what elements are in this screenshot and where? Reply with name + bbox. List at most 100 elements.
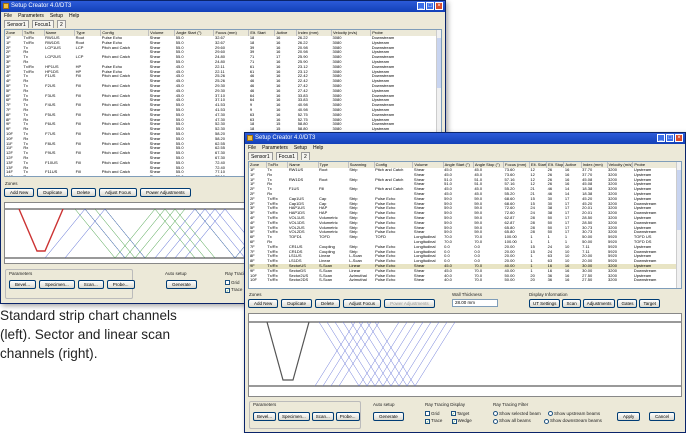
right-menu-bar: File Parameters Setup Help xyxy=(245,144,685,152)
left-parameter-buttons: Bevel... Specimen... Scan... Probe... xyxy=(9,280,135,289)
wall-thickness-field[interactable]: 28.00 mm xyxy=(452,299,498,307)
tab-2[interactable]: 2 xyxy=(57,20,66,28)
left-zone-buttons: Add New Duplicate Delete Adjust Focus Po… xyxy=(4,188,191,197)
minimize-icon[interactable]: _ xyxy=(417,2,425,10)
table-cell: 70.0 xyxy=(474,278,483,283)
menu-parameters[interactable]: Parameters xyxy=(18,12,44,20)
tab-sensor1[interactable]: Sensor1 xyxy=(248,152,273,160)
right-table-scrollbar[interactable] xyxy=(676,162,681,288)
table-row[interactable]: 10F Tx/Rx Sector2DS S-Scan Azimuthal Pulse Ec… xyxy=(249,278,681,283)
power-adjustments-button[interactable]: Power Adjustments xyxy=(384,299,435,308)
generate-button[interactable]: Generate xyxy=(166,280,197,289)
left-tab-strip: Sensor1 Focus1 2 xyxy=(1,20,445,28)
add-new-button[interactable]: Add New xyxy=(248,299,279,308)
menu-parameters[interactable]: Parameters xyxy=(262,144,288,152)
apply-button[interactable]: Apply xyxy=(617,412,641,421)
table-cell: 10F xyxy=(250,278,257,283)
trace-option-label: Trace xyxy=(231,287,243,293)
left-menu-bar: File Parameters Setup Help xyxy=(1,12,445,20)
duplicate-button[interactable]: Duplicate xyxy=(37,188,69,197)
right-parameter-buttons: Bevel... Specimen... Scan... Probe... xyxy=(253,412,360,421)
close-icon[interactable]: × xyxy=(675,134,683,142)
menu-file[interactable]: File xyxy=(248,144,256,152)
left-title-bar[interactable]: Setup Creator 4.0/DT3 _ □ × xyxy=(1,1,445,12)
trace-checkbox[interactable]: ✓ xyxy=(225,287,230,293)
menu-setup[interactable]: Setup xyxy=(50,12,63,20)
wedge-option-label: Wedge xyxy=(457,418,472,424)
generate-button[interactable]: Generate xyxy=(373,412,404,421)
show-selected-radio[interactable] xyxy=(493,411,498,417)
target-checkbox[interactable]: ✓ xyxy=(450,411,456,417)
adjustments-button[interactable]: Adjustments xyxy=(582,299,616,308)
adjust-focus-button[interactable]: Adjust Focus xyxy=(343,299,382,308)
tab-focus1[interactable]: Focus1 xyxy=(31,20,55,28)
power-adjustments-button[interactable]: Power Adjustments xyxy=(140,188,191,197)
grid-option-label: Grid xyxy=(431,411,440,416)
maximize-icon[interactable]: □ xyxy=(426,2,434,10)
right-setup-window: Setup Creator 4.0/DT3 _ □ × File Paramet… xyxy=(244,132,686,433)
show-selected-label: Show selected beam xyxy=(499,411,541,416)
tab-2[interactable]: 2 xyxy=(301,152,310,160)
grid-checkbox[interactable] xyxy=(425,411,430,417)
zones-label: Zones xyxy=(5,181,18,186)
scan-display-button[interactable]: Scan xyxy=(562,299,581,308)
menu-help[interactable]: Help xyxy=(313,144,323,152)
table-cell: S-Scan xyxy=(319,278,333,283)
scan-button[interactable]: Scan... xyxy=(311,412,334,421)
table-cell xyxy=(75,175,101,176)
menu-setup[interactable]: Setup xyxy=(294,144,307,152)
probe-button[interactable]: Probe... xyxy=(335,412,360,421)
delete-button[interactable]: Delete xyxy=(315,299,341,308)
cancel-button[interactable]: Cancel xyxy=(649,412,676,421)
display-information-label: Display Information xyxy=(529,292,568,297)
table-cell: Shear xyxy=(413,278,425,283)
maximize-icon[interactable]: □ xyxy=(666,134,674,142)
table-cell: Tx/Rx xyxy=(267,278,278,283)
show-downstream-radio[interactable] xyxy=(544,418,550,424)
table-cell: Pulse Echo xyxy=(375,278,396,283)
scan-button[interactable]: Scan... xyxy=(77,280,104,289)
show-upstream-radio[interactable] xyxy=(548,411,554,417)
trace-checkbox[interactable]: ✓ xyxy=(425,418,430,424)
right-channel-table: Zone Tx/Rx Name Type Scanning Config Volume Ang… xyxy=(248,161,682,289)
probe-button[interactable]: Probe... xyxy=(106,280,135,289)
tab-focus1[interactable]: Focus1 xyxy=(275,152,299,160)
target-button[interactable]: Target xyxy=(639,299,660,308)
table-cell: 50.00 xyxy=(504,278,515,283)
add-new-button[interactable]: Add New xyxy=(4,188,35,197)
table-cell: 40.0 xyxy=(444,278,452,283)
show-all-radio[interactable] xyxy=(493,418,498,424)
bevel-button[interactable]: Bevel... xyxy=(9,280,37,289)
delete-button[interactable]: Delete xyxy=(71,188,97,197)
specimen-button[interactable]: Specimen... xyxy=(39,280,75,289)
duplicate-button[interactable]: Duplicate xyxy=(281,299,313,308)
adjust-focus-button[interactable]: Adjust Focus xyxy=(99,188,138,197)
grid-checkbox[interactable] xyxy=(225,280,230,286)
tab-sensor1[interactable]: Sensor1 xyxy=(4,20,29,28)
show-downstream-label: Show downstream beams xyxy=(550,418,602,424)
show-all-label: Show all beams xyxy=(499,418,531,424)
minimize-icon[interactable]: _ xyxy=(657,134,665,142)
menu-file[interactable]: File xyxy=(4,12,12,20)
grid-option-label: Grid xyxy=(231,280,240,285)
parameters-label: Parameters xyxy=(253,402,277,407)
ut-settings-button[interactable]: UT Settings xyxy=(529,299,561,308)
caption-line-1: Standard strip chart channels xyxy=(0,308,177,323)
close-icon[interactable]: × xyxy=(435,2,443,10)
table-cell xyxy=(101,175,149,176)
caption-line-2: (left). Sector and linear scan xyxy=(0,327,171,342)
gates-button[interactable]: Gates xyxy=(617,299,638,308)
right-title-bar[interactable]: Setup Creator 4.0/DT3 _ □ × xyxy=(245,133,685,144)
menu-help[interactable]: Help xyxy=(69,12,79,20)
app-icon xyxy=(3,3,9,9)
ray-tracing-filter-label: Ray Tracing Filter xyxy=(493,402,529,407)
wedge-checkbox[interactable]: ✓ xyxy=(451,418,457,424)
table-cell: 27.50 xyxy=(582,278,593,283)
table-cell: 16 xyxy=(564,278,570,283)
right-ray-trace-graphic xyxy=(249,321,681,387)
right-tab-strip: Sensor1 Focus1 2 xyxy=(245,152,685,160)
table-cell: 20 xyxy=(530,278,535,283)
bevel-button[interactable]: Bevel... xyxy=(253,412,277,421)
app-icon xyxy=(247,135,253,141)
specimen-button[interactable]: Specimen... xyxy=(278,412,310,421)
